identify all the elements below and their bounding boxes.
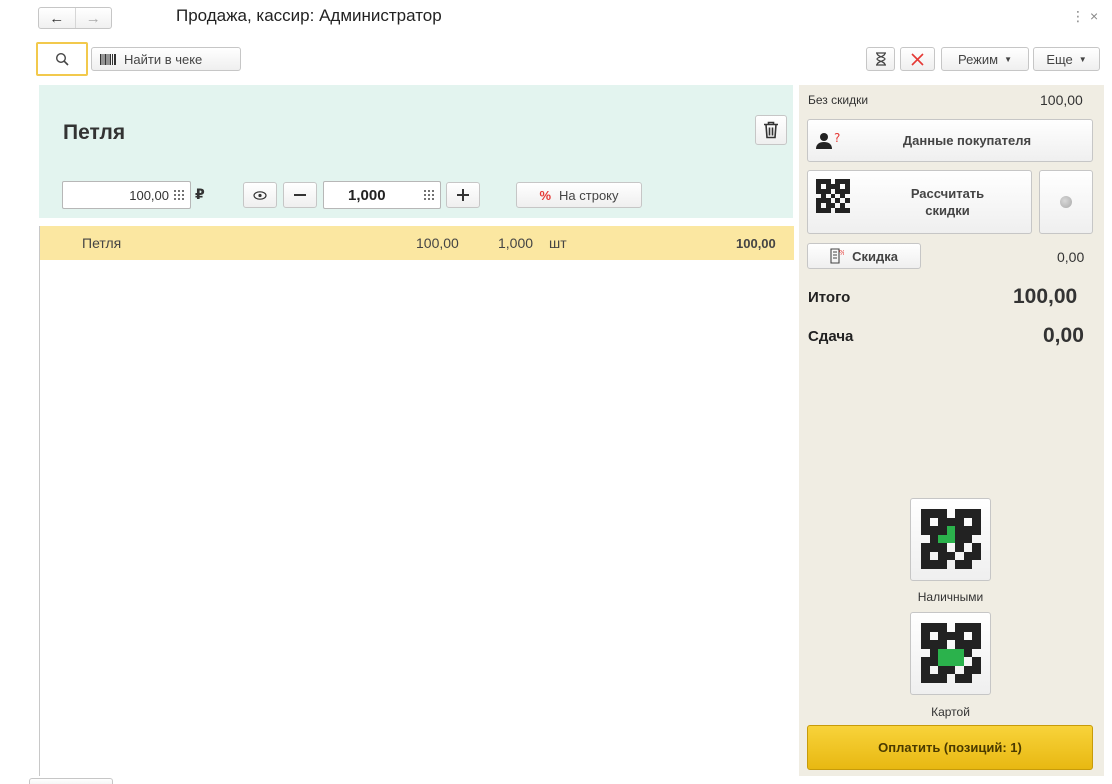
svg-text:%: % bbox=[839, 249, 844, 257]
price-value: 100,00 bbox=[129, 187, 169, 203]
percent-icon: % bbox=[539, 187, 552, 203]
row-quantity: 1,000 bbox=[498, 235, 534, 251]
cash-label: Наличными bbox=[917, 590, 984, 604]
user-question-icon: ? bbox=[816, 132, 840, 149]
customer-data-label: Данные покупателя bbox=[902, 133, 1032, 148]
trash-icon bbox=[764, 121, 778, 139]
history-nav: ← → bbox=[38, 7, 112, 29]
window-title: Продажа, кассир: Администратор bbox=[176, 6, 442, 25]
close-icon[interactable]: × bbox=[1090, 8, 1098, 24]
more-menu-button[interactable]: Еще ▼ bbox=[1033, 47, 1100, 71]
delete-row-button[interactable] bbox=[755, 115, 787, 145]
total-value: 100,00 bbox=[1013, 285, 1078, 308]
view-button[interactable] bbox=[243, 182, 277, 208]
svg-text:?: ? bbox=[834, 132, 840, 145]
mode-menu-button[interactable]: Режим ▼ bbox=[941, 47, 1029, 71]
pay-card-button[interactable] bbox=[910, 612, 991, 695]
currency-sign: ₽ bbox=[195, 186, 205, 202]
search-icon bbox=[55, 52, 69, 66]
mode-label: Режим bbox=[957, 51, 999, 67]
table-row[interactable]: Петля 100,00 1,000 шт 100,00 bbox=[40, 226, 794, 260]
decrease-quantity-button[interactable] bbox=[283, 182, 317, 208]
calculator-icon[interactable] bbox=[423, 188, 436, 202]
card-qr-icon bbox=[921, 623, 981, 683]
calculate-discounts-button[interactable]: Рассчитать скидки bbox=[807, 170, 1032, 234]
line-discount-button[interactable]: % На строку bbox=[516, 182, 642, 208]
receipt-table: Петля 100,00 1,000 шт 100,00 bbox=[39, 226, 794, 776]
forward-button[interactable]: → bbox=[74, 8, 112, 28]
row-name: Петля bbox=[82, 235, 122, 251]
row-sum: 100,00 bbox=[736, 236, 776, 251]
eye-icon bbox=[253, 190, 267, 200]
row-unit: шт bbox=[549, 235, 567, 251]
pay-cash-button[interactable] bbox=[910, 498, 991, 581]
price-field[interactable]: 100,00 bbox=[62, 181, 191, 209]
find-in-receipt-label: Найти в чеке bbox=[124, 51, 203, 67]
plus-icon bbox=[457, 189, 469, 201]
card-label: Картой bbox=[931, 705, 970, 719]
change-label: Сдача bbox=[808, 328, 854, 345]
qr-code-icon bbox=[816, 179, 850, 213]
cancel-button[interactable] bbox=[900, 47, 935, 71]
calculator-icon[interactable] bbox=[173, 188, 186, 202]
search-button[interactable] bbox=[36, 42, 88, 76]
cash-qr-icon bbox=[921, 509, 981, 569]
x-icon bbox=[911, 52, 924, 66]
minus-icon bbox=[294, 194, 306, 196]
pay-button[interactable]: Оплатить (позиций: 1) bbox=[807, 725, 1093, 770]
more-label: Еще bbox=[1046, 51, 1073, 67]
hourglass-button[interactable] bbox=[866, 47, 895, 71]
calculate-discounts-label: Рассчитать скидки bbox=[910, 186, 985, 218]
total-label: Итого bbox=[808, 289, 851, 306]
more-actions-icon[interactable]: ⋮ bbox=[1071, 8, 1085, 25]
change-value: 0,00 bbox=[1043, 324, 1084, 347]
discount-value: 0,00 bbox=[1057, 249, 1085, 265]
discount-label: Скидка bbox=[852, 248, 898, 264]
find-in-receipt-button[interactable]: Найти в чеке bbox=[91, 47, 241, 71]
line-discount-label: На строку bbox=[559, 187, 619, 203]
increase-quantity-button[interactable] bbox=[446, 182, 480, 208]
arrow-right-icon: → bbox=[85, 9, 101, 27]
discount-button[interactable]: % Скидка bbox=[807, 243, 921, 269]
hourglass-icon bbox=[875, 52, 886, 66]
chevron-down-icon: ▼ bbox=[1004, 54, 1012, 64]
quantity-field[interactable]: 1,000 bbox=[323, 181, 441, 209]
no-discount-label: Без скидки bbox=[808, 93, 869, 107]
arrow-left-icon: ← bbox=[49, 9, 65, 27]
barcode-icon bbox=[100, 53, 116, 65]
discount-doc-icon: % bbox=[830, 248, 844, 264]
quantity-value: 1,000 bbox=[348, 186, 386, 204]
bottom-nav-group[interactable] bbox=[29, 778, 113, 784]
back-button[interactable]: ← bbox=[39, 8, 75, 28]
chevron-down-icon: ▼ bbox=[1078, 54, 1087, 64]
customer-data-button[interactable]: ? Данные покупателя bbox=[807, 119, 1093, 162]
row-price: 100,00 bbox=[416, 235, 459, 251]
status-dot-icon bbox=[1060, 196, 1072, 208]
status-indicator-button[interactable] bbox=[1039, 170, 1093, 234]
no-discount-value: 100,00 bbox=[1040, 92, 1083, 108]
product-title: Петля bbox=[63, 121, 126, 144]
